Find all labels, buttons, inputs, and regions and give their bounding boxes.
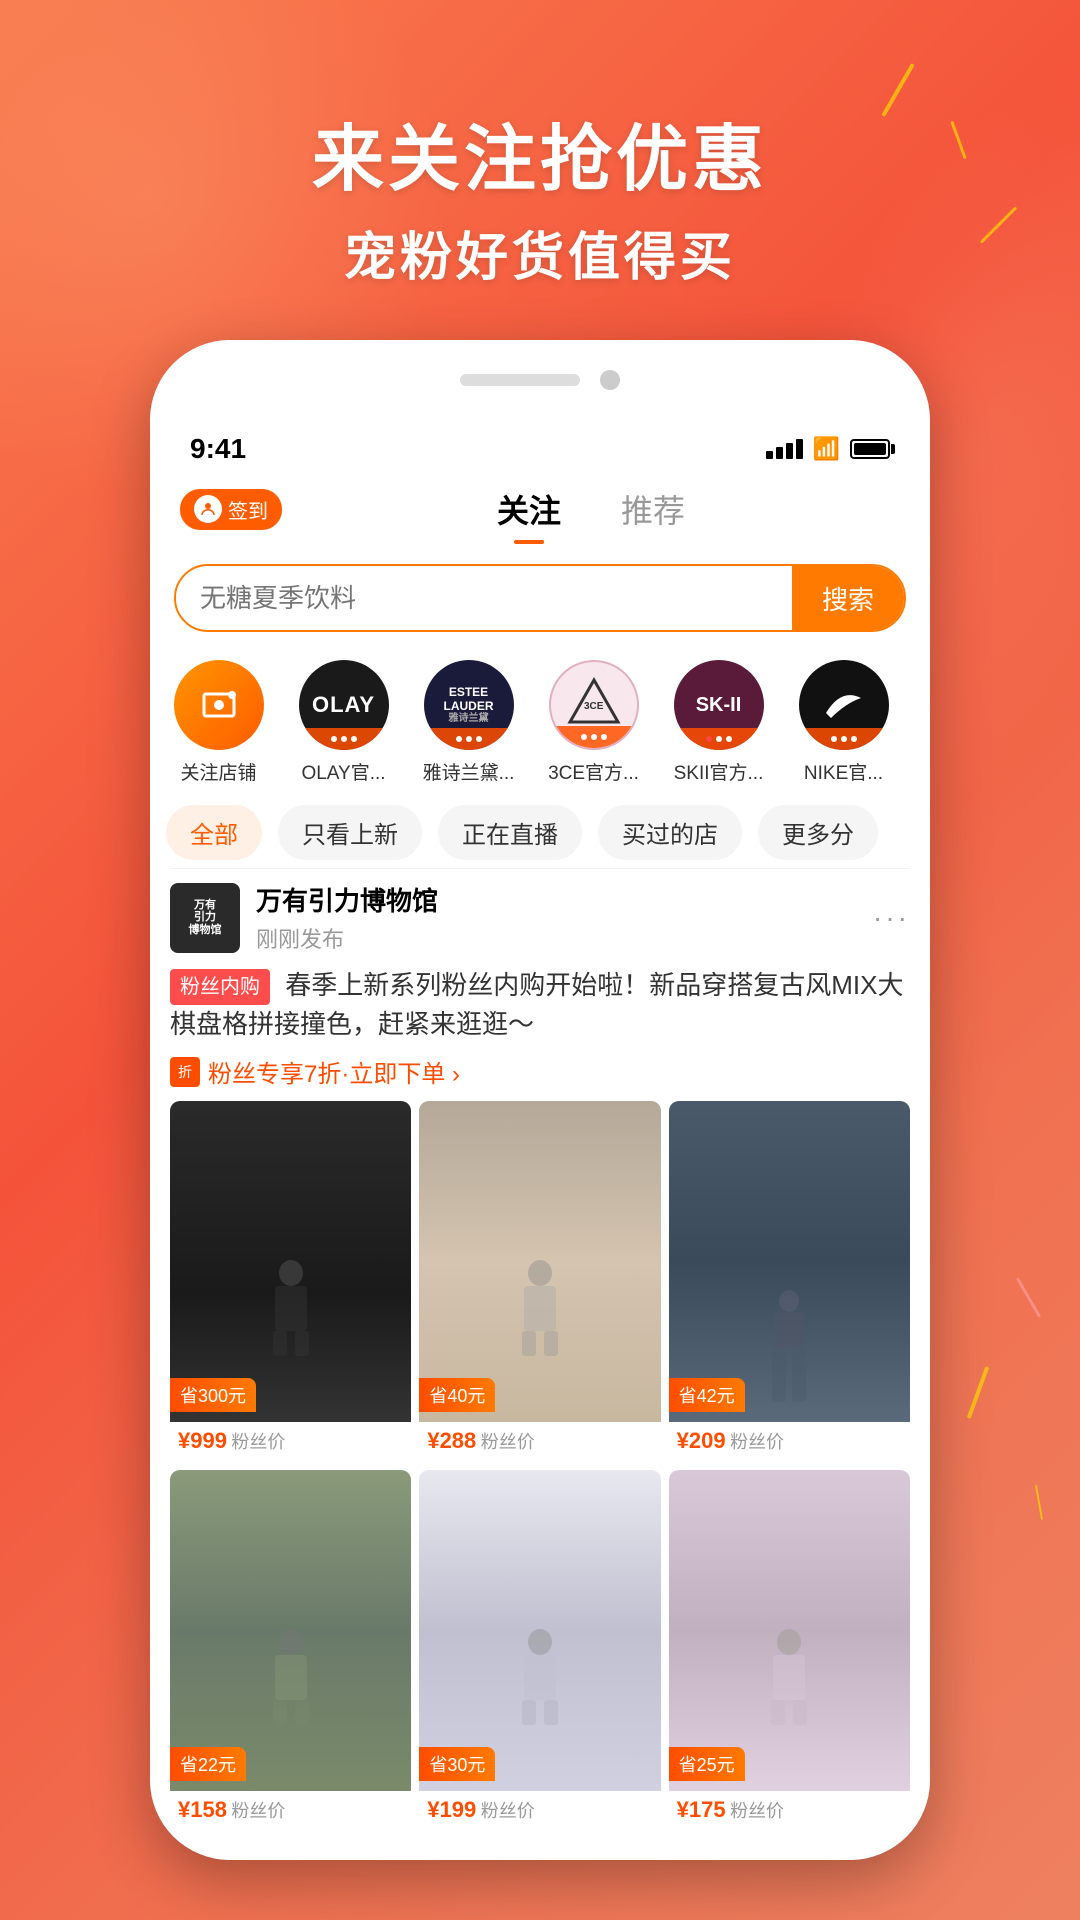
headline-area: 来关注抢优惠 宠粉好货值得买 bbox=[0, 100, 1080, 290]
post-promo[interactable]: 折 粉丝专享7折·立即下单 › bbox=[170, 1054, 910, 1089]
product-save-4: 省22元 bbox=[170, 1747, 246, 1781]
status-bar: 9:41 📶 bbox=[150, 420, 930, 470]
status-time: 9:41 bbox=[190, 433, 246, 465]
filter-more[interactable]: 更多分 bbox=[758, 805, 878, 860]
product-save-3: 省42元 bbox=[669, 1378, 745, 1412]
store-item-estee[interactable]: ESTEE LAUDER 雅诗兰黛 雅诗兰黛... bbox=[416, 660, 521, 785]
product-save-5: 省30元 bbox=[419, 1747, 495, 1781]
product-card-4[interactable]: 省22元 ¥158 粉丝价 bbox=[170, 1470, 411, 1831]
filter-live[interactable]: 正在直播 bbox=[438, 805, 582, 860]
product-grid: 省300元 ¥999 粉丝价 bbox=[170, 1101, 910, 1831]
search-input[interactable] bbox=[176, 583, 792, 614]
store-name-3ce: 3CE官方... bbox=[548, 758, 639, 785]
post-body: 春季上新系列粉丝内购开始啦！新品穿搭复古风MIX大棋盘格拼接撞色，赶紧来逛逛～ bbox=[170, 970, 903, 1039]
store-name-follow: 关注店铺 bbox=[180, 758, 256, 785]
post-info: 万有引力博物馆 刚刚发布 bbox=[256, 881, 873, 954]
promo-icon: 折 bbox=[170, 1057, 200, 1087]
filter-new[interactable]: 只看上新 bbox=[278, 805, 422, 860]
post-header: 万有引力博物馆 万有引力博物馆 刚刚发布 ··· bbox=[170, 881, 910, 954]
store-item-follow[interactable]: 关注店铺 bbox=[166, 660, 271, 785]
headline-sub: 宠粉好货值得买 bbox=[0, 215, 1080, 290]
post-more-button[interactable]: ··· bbox=[873, 902, 910, 934]
store-item-olay[interactable]: OLAY OLAY官... bbox=[291, 660, 396, 785]
checkin-badge[interactable]: 签到 bbox=[180, 489, 282, 530]
store-avatar-skii: SK-II bbox=[674, 660, 764, 750]
status-icons: 📶 bbox=[766, 436, 890, 462]
product-price-2: ¥288 粉丝价 bbox=[419, 1422, 660, 1462]
divider bbox=[170, 868, 910, 869]
post-time: 刚刚发布 bbox=[256, 922, 873, 954]
store-name-olay: OLAY官... bbox=[301, 758, 385, 785]
phone-top-bar bbox=[150, 340, 930, 420]
promo-text: 粉丝专享7折·立即下单 › bbox=[208, 1054, 460, 1089]
filter-bought[interactable]: 买过的店 bbox=[598, 805, 742, 860]
store-name-nike: NIKE官... bbox=[804, 758, 883, 785]
product-price-5: ¥199 粉丝价 bbox=[419, 1791, 660, 1831]
tab-recommend[interactable]: 推荐 bbox=[611, 478, 695, 540]
store-name-skii: SKII官方... bbox=[674, 758, 764, 785]
product-img-1 bbox=[170, 1101, 411, 1422]
product-card-5[interactable]: 省30元 ¥199 粉丝价 bbox=[419, 1470, 660, 1831]
wifi-icon: 📶 bbox=[813, 436, 840, 462]
store-name-estee: 雅诗兰黛... bbox=[423, 758, 515, 785]
product-price-4: ¥158 粉丝价 bbox=[170, 1791, 411, 1831]
product-img-6 bbox=[669, 1470, 910, 1791]
product-save-6: 省25元 bbox=[669, 1747, 745, 1781]
search-button[interactable]: 搜索 bbox=[792, 566, 904, 630]
product-card-2[interactable]: 省40元 ¥288 粉丝价 bbox=[419, 1101, 660, 1462]
product-price-1: ¥999 粉丝价 bbox=[170, 1422, 411, 1462]
store-avatar-3ce: 3CE bbox=[549, 660, 639, 750]
store-avatar-nike bbox=[799, 660, 889, 750]
post-content: 粉丝内购 春季上新系列粉丝内购开始啦！新品穿搭复古风MIX大棋盘格拼接撞色，赶紧… bbox=[170, 966, 910, 1089]
store-item-skii[interactable]: SK-II SKII官方... bbox=[666, 660, 771, 785]
product-img-3 bbox=[669, 1101, 910, 1422]
product-save-2: 省40元 bbox=[419, 1378, 495, 1412]
filter-all[interactable]: 全部 bbox=[166, 805, 262, 860]
feed-post: 万有引力博物馆 万有引力博物馆 刚刚发布 ··· 粉丝内购 春季上新系列粉丝内购… bbox=[150, 881, 930, 1831]
product-img-5 bbox=[419, 1470, 660, 1791]
product-img-2 bbox=[419, 1101, 660, 1422]
post-tag: 粉丝内购 bbox=[170, 969, 270, 1005]
phone-screen: 9:41 📶 bbox=[150, 420, 930, 1860]
battery-icon bbox=[850, 439, 890, 459]
product-card-1[interactable]: 省300元 ¥999 粉丝价 bbox=[170, 1101, 411, 1462]
checkin-label: 签到 bbox=[228, 495, 268, 524]
product-price-3: ¥209 粉丝价 bbox=[669, 1422, 910, 1462]
post-text: 粉丝内购 春季上新系列粉丝内购开始啦！新品穿搭复古风MIX大棋盘格拼接撞色，赶紧… bbox=[170, 966, 910, 1044]
post-avatar-inner: 万有引力博物馆 bbox=[189, 899, 222, 935]
post-avatar: 万有引力博物馆 bbox=[170, 883, 240, 953]
filter-row: 全部 只看上新 正在直播 买过的店 更多分 bbox=[150, 797, 930, 868]
store-avatar-estee: ESTEE LAUDER 雅诗兰黛 bbox=[424, 660, 514, 750]
product-card-3[interactable]: 省42元 ¥209 粉丝价 bbox=[669, 1101, 910, 1462]
signal-icon bbox=[766, 439, 803, 459]
nav-tabs: 关注 推荐 bbox=[282, 478, 900, 540]
header-nav: 签到 关注 推荐 bbox=[150, 470, 930, 548]
phone-camera bbox=[600, 370, 620, 390]
post-store-name: 万有引力博物馆 bbox=[256, 881, 873, 918]
svg-text:3CE: 3CE bbox=[584, 701, 604, 712]
headline-main: 来关注抢优惠 bbox=[0, 100, 1080, 205]
store-item-3ce[interactable]: 3CE 3CE官方... bbox=[541, 660, 646, 785]
tab-follow[interactable]: 关注 bbox=[487, 478, 571, 540]
product-card-6[interactable]: 省25元 ¥175 粉丝价 bbox=[669, 1470, 910, 1831]
product-price-6: ¥175 粉丝价 bbox=[669, 1791, 910, 1831]
store-avatar-follow bbox=[174, 660, 264, 750]
store-item-nike[interactable]: NIKE官... bbox=[791, 660, 896, 785]
store-row: 关注店铺 OLAY OLAY官... ESTEE bbox=[150, 648, 930, 797]
store-avatar-olay: OLAY bbox=[299, 660, 389, 750]
phone-shell: 9:41 📶 bbox=[150, 340, 930, 1860]
search-bar[interactable]: 搜索 bbox=[174, 564, 906, 632]
product-img-4 bbox=[170, 1470, 411, 1791]
checkin-icon bbox=[194, 495, 222, 523]
product-save-1: 省300元 bbox=[170, 1378, 256, 1412]
phone-speaker bbox=[460, 374, 580, 386]
